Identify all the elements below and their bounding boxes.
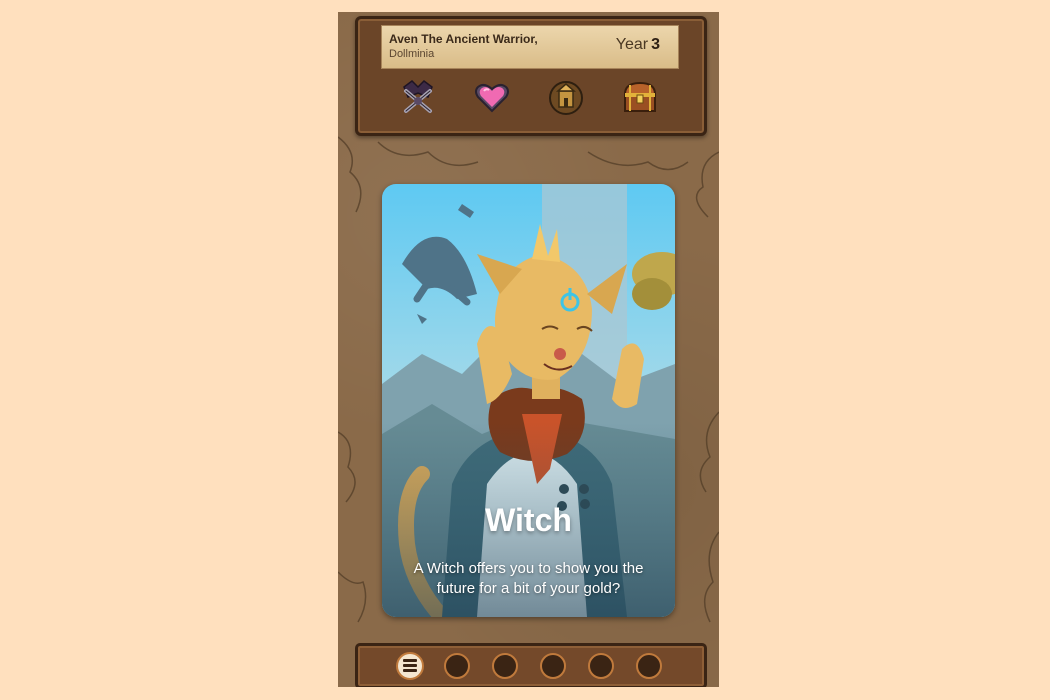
card-slot-4[interactable] <box>588 653 614 679</box>
year-indicator: Year 3 <box>616 36 660 54</box>
menu-button[interactable] <box>396 652 424 680</box>
hero-info-banner: Aven The Ancient Warrior, Dollminia Year… <box>381 25 679 69</box>
bottom-bar <box>355 643 707 687</box>
witch-illustration <box>382 184 675 617</box>
heart-icon <box>475 83 509 113</box>
hero-name: Aven The Ancient Warrior, <box>389 32 538 46</box>
year-value: 3 <box>651 36 660 53</box>
card-slot-3[interactable] <box>540 653 566 679</box>
card-description: A Witch offers you to show you the futur… <box>413 560 644 597</box>
church-icon <box>549 81 583 115</box>
status-panel: Aven The Ancient Warrior, Dollminia Year… <box>355 16 707 136</box>
card-slot-5[interactable] <box>636 653 662 679</box>
game-screen: Aven The Ancient Warrior, Dollminia Year… <box>338 12 719 687</box>
army-icon <box>403 80 433 113</box>
card-title: Witch <box>485 502 572 538</box>
treasure-chest-icon <box>623 81 657 112</box>
card-slot-1[interactable] <box>444 653 470 679</box>
year-label: Year <box>615 36 649 53</box>
hero-realm: Dollminia <box>389 48 435 60</box>
encounter-card[interactable]: Witch A Witch offers you to show you the… <box>382 184 675 617</box>
card-slot-2[interactable] <box>492 653 518 679</box>
